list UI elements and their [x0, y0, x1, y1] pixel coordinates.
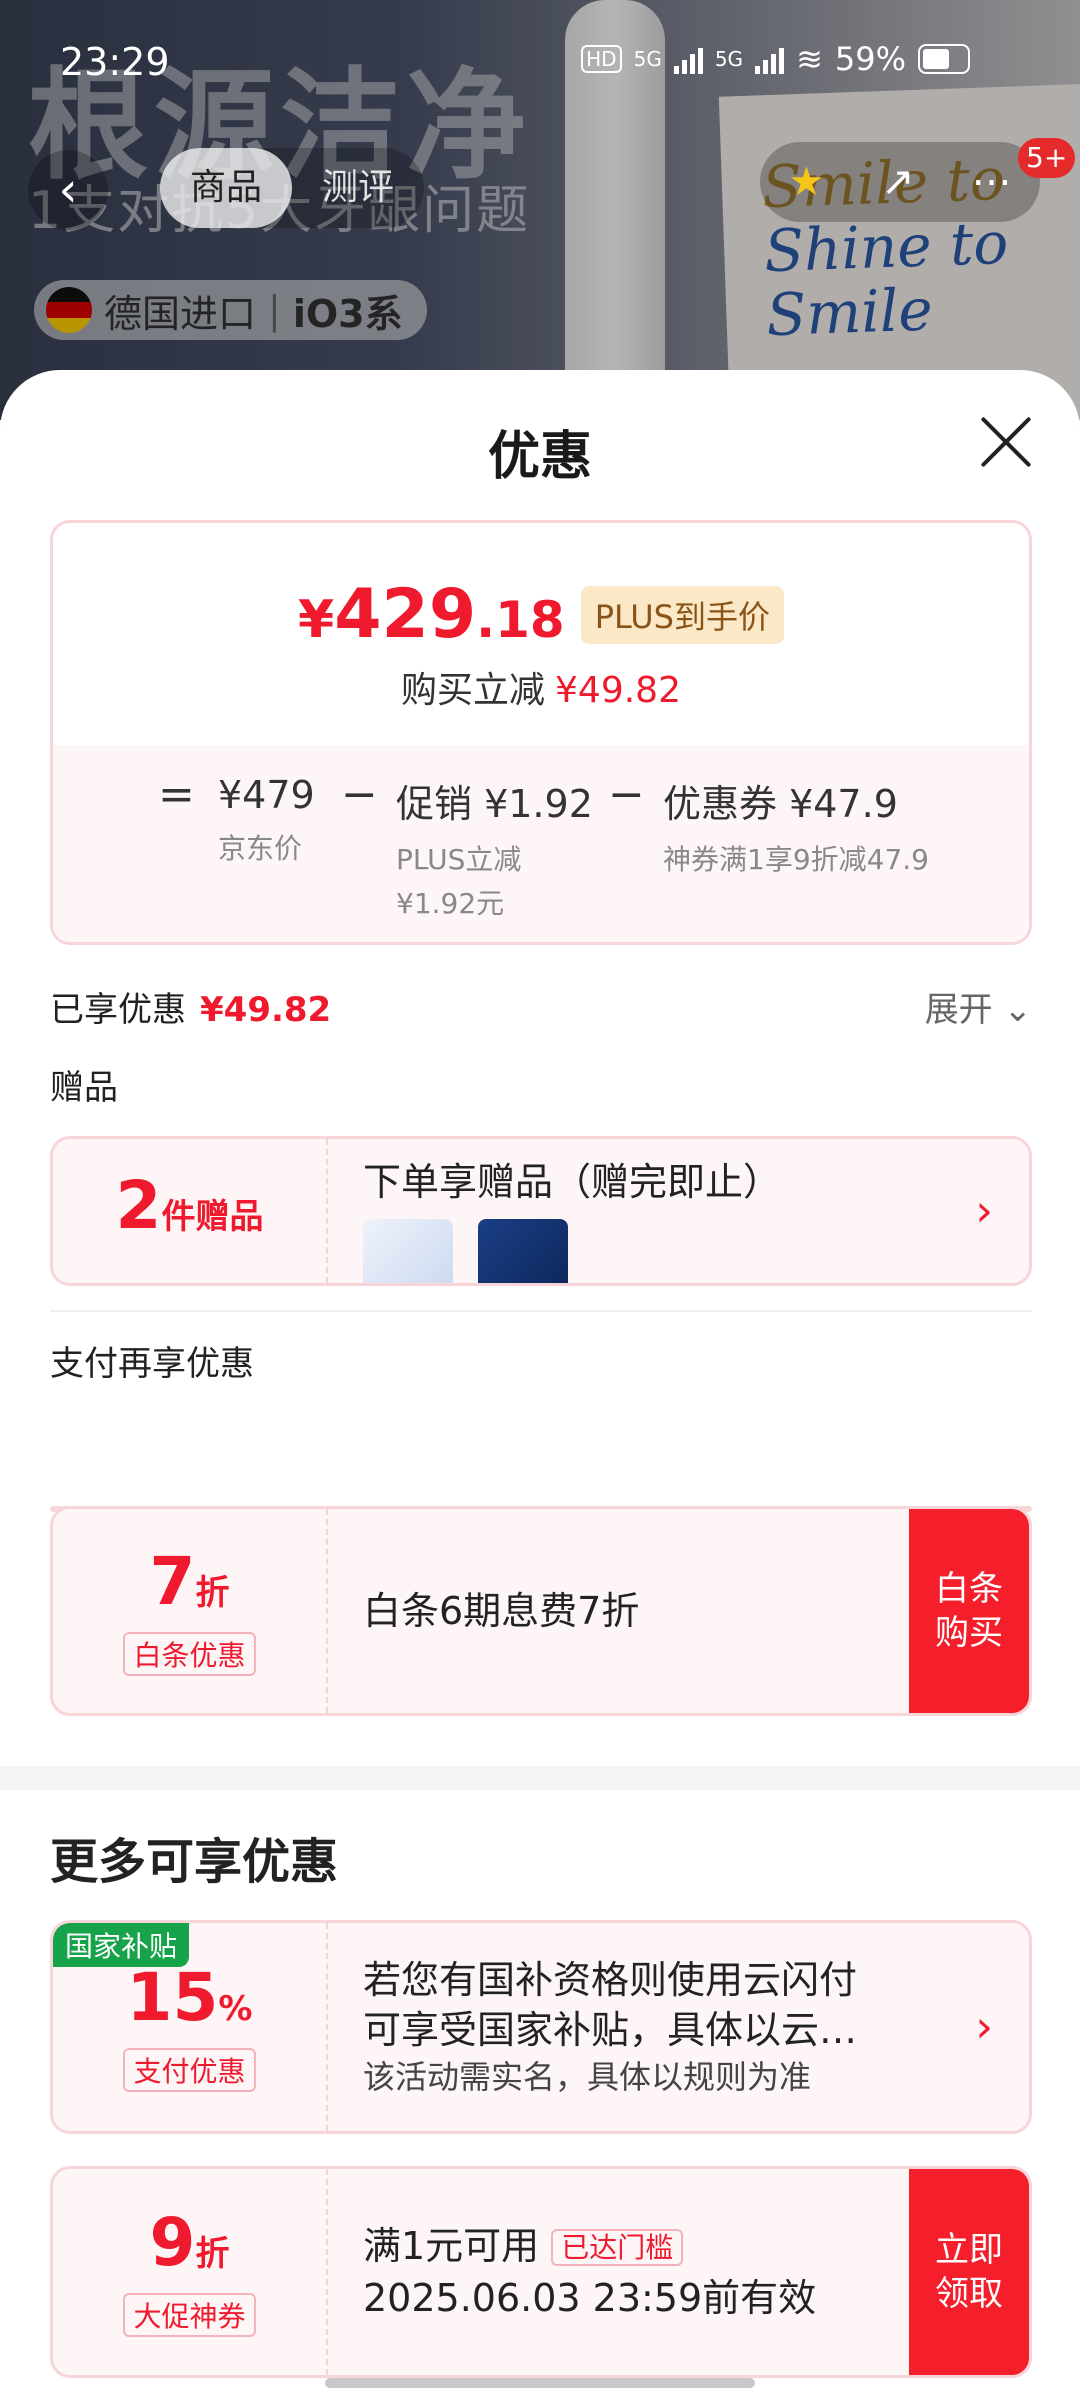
hd-icon: HD: [581, 45, 622, 73]
baitiao-desc: 白条6期息费7折: [363, 1589, 640, 1633]
more-icon[interactable]: ⋯: [972, 159, 1012, 205]
minus-sign: −: [341, 769, 378, 820]
wifi-icon: ≋: [796, 40, 823, 78]
sheet-title: 优惠: [487, 427, 592, 487]
divider: [50, 1310, 1032, 1312]
chevron-right-icon: ›: [975, 1185, 993, 1237]
chevron-down-icon: ⌄: [1003, 990, 1033, 1030]
instant-reduction: 购买立减 ¥49.82: [401, 670, 681, 711]
subsidy-tag: 支付优惠: [123, 2047, 256, 2092]
baitiao-discount: 7折: [149, 1542, 230, 1620]
gift-count: 2件赠品: [115, 1166, 264, 1244]
equals-sign: =: [158, 769, 195, 820]
gift-card[interactable]: 2件赠品 下单享赠品（赠完即止） ›: [50, 1136, 1032, 1286]
gift-title: 下单享赠品（赠完即止）: [363, 1160, 782, 1204]
gift-section-label: 赠品: [50, 1068, 118, 1108]
subsidy-value: 15%: [126, 1958, 253, 2036]
home-indicator[interactable]: [325, 2378, 755, 2388]
coupon-expiry: 2025.06.03 23:59前有效: [363, 2276, 817, 2321]
coupon-tag: 大促神券: [123, 2292, 256, 2337]
chevron-left-icon: ‹: [58, 162, 78, 218]
discount-sheet: 优惠 ¥429.18 PLUS到手价 购买立减 ¥49.82 = ¥479 京东价…: [0, 370, 1080, 2400]
baitiao-offer-card: 7折 白条优惠 白条6期息费7折 白条 购买: [50, 1506, 1032, 1716]
pay-section-header: 支付再享优惠: [50, 1336, 1032, 1385]
subsidy-card[interactable]: 国家补贴 15% 支付优惠 若您有国补资格则使用云闪付 可享受国家补贴，具体以云…: [50, 1920, 1032, 2134]
gift-thumbnail-bag: [478, 1219, 569, 1283]
price-card: ¥429.18 PLUS到手价 购买立减 ¥49.82 = ¥479 京东价 − …: [50, 520, 1032, 945]
status-time: 23:29: [60, 40, 170, 84]
minus-sign: −: [608, 769, 645, 820]
battery-icon: [918, 44, 970, 74]
nav-tabs: 商品 测评: [160, 148, 425, 228]
back-button[interactable]: ‹: [28, 150, 108, 230]
signal-icon: [755, 44, 785, 74]
claim-coupon-button[interactable]: 立即 领取: [909, 2169, 1029, 2375]
baitiao-buy-button[interactable]: 白条 购买: [909, 1509, 1029, 1713]
reached-badge: 已达门槛: [551, 2229, 684, 2267]
coupon-threshold: 满1元可用 已达门槛: [363, 2221, 909, 2274]
more-offers-title: 更多可享优惠: [50, 1834, 339, 1890]
tab-review[interactable]: 测评: [292, 148, 424, 228]
jd-price: ¥479 京东价: [218, 773, 315, 865]
status-bar: 23:29 HD 5G 5G ≋ 59%: [0, 0, 1080, 120]
pay-section-label: 支付再享优惠: [50, 1344, 254, 1384]
network-label: 5G: [714, 47, 744, 71]
battery-percent: 59%: [834, 40, 906, 78]
star-icon[interactable]: ★: [788, 159, 824, 205]
enjoyed-label: 已享优惠 ¥49.82: [50, 990, 332, 1030]
plus-price-tag: PLUS到手价: [580, 585, 784, 644]
gift-thumbnail-box: [363, 1219, 453, 1283]
chevron-right-icon: ›: [975, 2001, 993, 2053]
gift-section-header: 赠品: [50, 1060, 1032, 1109]
signal-icon: [673, 44, 703, 74]
final-price: ¥429.18: [298, 575, 565, 654]
coupon-card: 9折 大促神券 满1元可用 已达门槛 2025.06.03 23:59前有效 立即…: [50, 2166, 1032, 2378]
share-icon[interactable]: ↗: [881, 159, 915, 205]
coupon-discount: 优惠券 ¥47.9 神券满1享9折减47.9: [663, 782, 929, 876]
close-icon[interactable]: [978, 414, 1034, 470]
subsidy-line-1: 若您有国补资格则使用云闪付: [363, 1958, 858, 2002]
section-gap: [0, 1766, 1080, 1790]
enjoyed-row: 已享优惠 ¥49.82 展开 ⌄: [50, 982, 1032, 1031]
promo-discount: 促销 ¥1.92 PLUS立减 ¥1.92元: [396, 782, 593, 920]
subsidy-line-2: 可享受国家补贴，具体以云…: [363, 2008, 858, 2052]
baitiao-tag: 白条优惠: [123, 1631, 256, 1676]
nav-actions: ★ ↗ ⋯: [760, 142, 1040, 222]
cart-badge: 5+: [1018, 138, 1076, 178]
subsidy-note: 该活动需实名，具体以规则为准: [363, 2058, 812, 2096]
coupon-value: 9折: [149, 2203, 230, 2281]
tab-product[interactable]: 商品: [160, 148, 293, 228]
network-label: 5G: [633, 47, 662, 71]
expand-button[interactable]: 展开 ⌄: [925, 982, 1032, 1031]
price-breakdown: = ¥479 京东价 − 促销 ¥1.92 PLUS立减 ¥1.92元 − 优惠券…: [53, 745, 1029, 942]
